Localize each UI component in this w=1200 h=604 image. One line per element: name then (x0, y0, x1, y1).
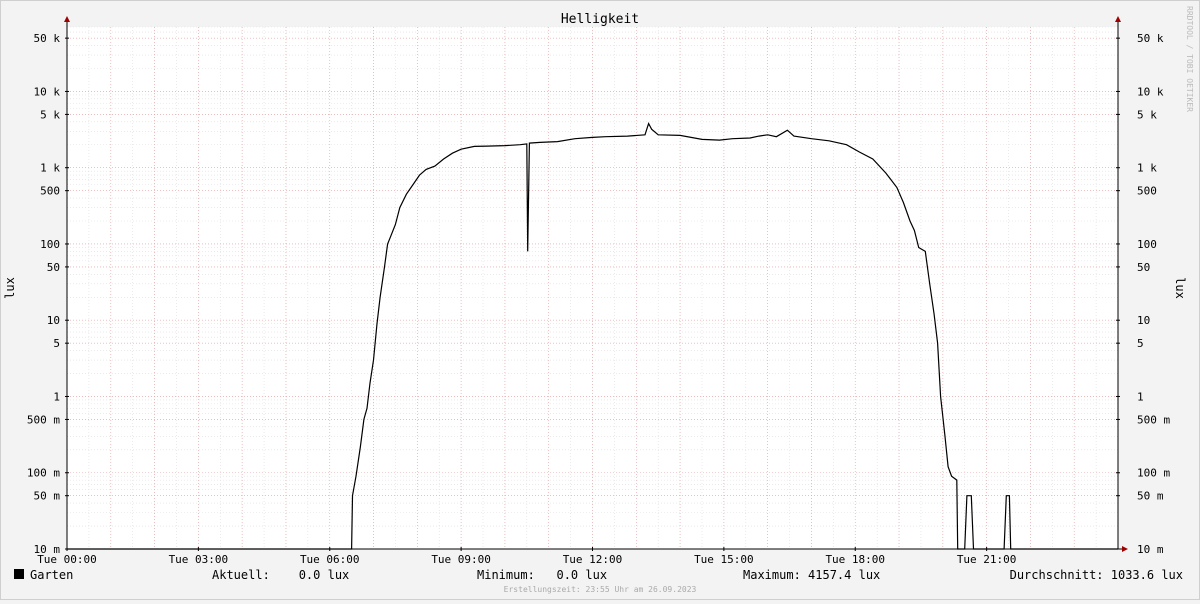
y-tick-label-right: 100 (1137, 238, 1157, 251)
legend-aktuell: Aktuell: 0.0 lux (212, 568, 349, 582)
x-tick-label: Tue 03:00 (169, 553, 229, 566)
y-tick-label-right: 5 (1137, 337, 1144, 350)
x-tick-label: Tue 00:00 (37, 553, 97, 566)
y-tick-label-left: 50 k (34, 32, 61, 45)
y-tick-label-right: 10 m (1137, 543, 1164, 556)
y-tick-label-left: 1 k (40, 162, 60, 175)
y-tick-label-left: 50 m (34, 490, 61, 503)
legend-maximum: Maximum: 4157.4 lux (743, 568, 880, 582)
y-axis-label-left: lux (3, 277, 17, 299)
y-tick-label-left: 10 k (34, 85, 61, 98)
x-tick-label: Tue 18:00 (825, 553, 885, 566)
y-tick-label-right: 10 (1137, 314, 1150, 327)
legend-series-name: Garten (30, 568, 73, 582)
rrd-graph-panel: 50 k 10 k 5 k 1 k 500 100 50 10 5 1 500 m 100 m 50 m… (0, 0, 1200, 600)
watermark: RRDTOOL / TOBI OETIKER (1185, 6, 1194, 112)
x-tick-label: Tue 12:00 (563, 553, 623, 566)
legend-durchschnitt: Durchschnitt: 1033.6 lux (1010, 568, 1183, 582)
y-tick-label-left: 1 (53, 390, 60, 403)
y-tick-label-left: 100 (40, 238, 60, 251)
y-tick-label-left: 100 m (27, 467, 60, 480)
y-tick-label-right: 50 (1137, 261, 1150, 274)
y-tick-label-left: 5 (53, 337, 60, 350)
y-tick-label-right: 50 m (1137, 490, 1164, 503)
legend-swatch (14, 569, 24, 579)
x-tick-label: Tue 21:00 (957, 553, 1017, 566)
y-tick-label-right: 100 m (1137, 467, 1170, 480)
y-tick-label-right: 1 k (1137, 162, 1157, 175)
chart-title: Helligkeit (561, 12, 639, 27)
x-tick-label: Tue 15:00 (694, 553, 754, 566)
y-tick-label-left: 5 k (40, 108, 60, 121)
creation-time-footer: Erstellungszeit: 23:55 Uhr am 26.09.2023 (504, 585, 697, 594)
y-tick-label-right: 500 m (1137, 413, 1170, 426)
y-tick-label-right: 5 k (1137, 108, 1157, 121)
y-tick-label-right: 10 k (1137, 85, 1164, 98)
legend-minimum: Minimum: 0.0 lux (477, 568, 607, 582)
y-tick-label-left: 50 (47, 261, 60, 274)
y-tick-label-right: 1 (1137, 390, 1144, 403)
brightness-chart: 50 k 10 k 5 k 1 k 500 100 50 10 5 1 500 m 100 m 50 m… (0, 0, 1200, 600)
y-tick-label-right: 500 (1137, 185, 1157, 198)
y-tick-label-left: 500 m (27, 413, 60, 426)
x-tick-label: Tue 06:00 (300, 553, 360, 566)
y-tick-label-left: 10 (47, 314, 60, 327)
y-tick-label-left: 500 (40, 185, 60, 198)
x-tick-label: Tue 09:00 (431, 553, 491, 566)
y-axis-label-right: lux (1173, 277, 1187, 299)
y-tick-label-right: 50 k (1137, 32, 1164, 45)
